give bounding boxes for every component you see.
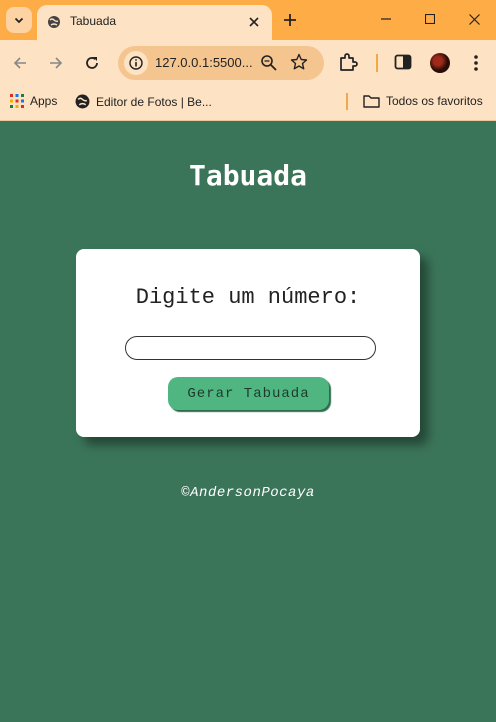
back-button[interactable] [7,50,33,76]
forward-button[interactable] [43,50,69,76]
browser-chrome: Tabuada 127.0.0.1:5500... Apps Editor de… [0,0,496,121]
extensions-icon[interactable] [338,52,358,72]
more-vert-icon [474,55,478,71]
close-icon [468,13,480,25]
bookmark-editor-de-fotos[interactable]: Editor de Fotos | Be... [75,94,212,109]
all-bookmarks-label: Todos os favoritos [386,94,483,108]
bookmark-apps[interactable]: Apps [10,94,57,108]
bookmark-star-icon[interactable] [290,53,308,71]
tab-close-button[interactable] [244,12,264,32]
bookmark-label: Apps [30,94,58,108]
globe-icon [75,94,90,109]
browser-toolbar: 127.0.0.1:5500... [0,40,496,86]
generate-table-button[interactable]: Gerar Tabuada [168,377,329,410]
globe-icon [48,16,60,28]
all-bookmarks-button[interactable]: Todos os favoritos [363,94,483,108]
info-icon [129,56,143,70]
footer-credit: ©AndersonPocaya [181,485,315,501]
close-window-button[interactable] [452,0,496,38]
plus-icon [284,14,296,26]
reload-button[interactable] [79,50,105,76]
form-card: Digite um número: Gerar Tabuada [76,249,420,437]
site-info-button[interactable] [124,51,148,75]
number-input[interactable] [125,336,376,360]
tab-title: Tabuada [70,14,117,28]
url-text[interactable]: 127.0.0.1:5500... [155,55,253,70]
page-title: Tabuada [188,159,307,192]
address-bar[interactable]: 127.0.0.1:5500... [118,46,324,80]
page-content: Tabuada Digite um número: Gerar Tabuada … [0,121,496,722]
browser-menu-button[interactable] [466,53,486,73]
close-icon [249,17,259,27]
bookmark-label: Editor de Fotos | Be... [96,94,212,109]
new-tab-button[interactable] [280,10,300,30]
minimize-button[interactable] [364,0,408,38]
minimize-icon [381,18,391,20]
maximize-button[interactable] [408,0,452,38]
profile-avatar[interactable] [430,53,450,73]
reload-icon [86,57,98,69]
arrow-right-icon [50,57,63,69]
number-prompt-label: Digite um número: [135,285,361,310]
zoom-icon[interactable] [260,54,278,72]
toolbar-divider [376,54,378,72]
apps-grid-icon [10,94,24,108]
maximize-icon [425,14,435,24]
folder-icon [363,95,380,108]
side-panel-icon[interactable] [394,53,412,71]
bookmarks-bar: Apps Editor de Fotos | Be... Todos os fa… [0,86,496,121]
tab-tabuada[interactable]: Tabuada [37,5,272,40]
arrow-left-icon [13,57,26,69]
bookmarks-divider [346,93,348,110]
tab-strip: Tabuada [0,0,496,40]
chevron-down-icon [14,17,24,24]
tab-search-button[interactable] [6,7,32,33]
